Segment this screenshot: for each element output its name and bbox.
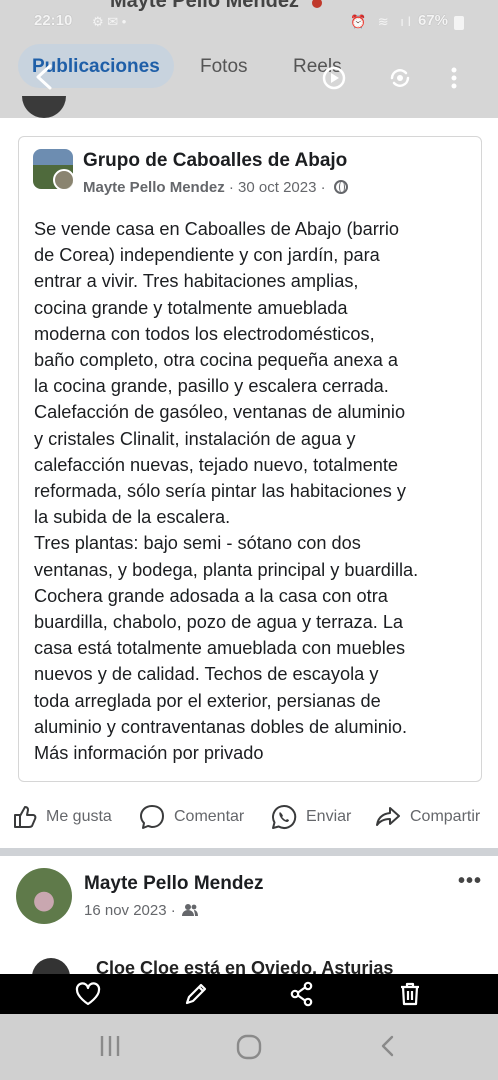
status-bar: 22:10 ⚙ ✉ • ⏰ ≋ ıl 67% xyxy=(0,8,498,34)
post-date[interactable]: 30 oct 2023 xyxy=(238,179,316,196)
feed-main: Grupo de Caboalles de Abajo Mayte Pello … xyxy=(0,118,498,848)
home-icon[interactable] xyxy=(234,1032,264,1062)
avatar[interactable] xyxy=(32,958,70,974)
share-nodes-icon[interactable] xyxy=(288,980,316,1008)
post-actions-bar: Me gusta Comentar Enviar Compartir xyxy=(0,800,498,834)
third-post-peek: Cloe Cloe está en Oviedo, Asturias xyxy=(0,942,498,974)
group-thumbnail[interactable] xyxy=(33,149,73,189)
post-options-icon[interactable]: ••• xyxy=(458,870,482,893)
group-name[interactable]: Grupo de Caboalles de Abajo xyxy=(83,150,347,172)
status-time: 22:10 xyxy=(34,12,73,29)
send-label: Enviar xyxy=(306,808,352,825)
like-button[interactable]: Me gusta xyxy=(12,800,112,834)
globe-icon xyxy=(333,180,348,194)
comment-button[interactable]: Comentar xyxy=(138,800,244,834)
recent-apps-icon[interactable] xyxy=(96,1032,124,1060)
post2-date[interactable]: 16 nov 2023 xyxy=(84,902,167,919)
share-button[interactable]: Compartir xyxy=(374,800,480,834)
top-header-overlay: Mayte Pello Mendez 22:10 ⚙ ✉ • ⏰ ≋ ıl 67… xyxy=(0,0,498,118)
tab-fotos[interactable]: Fotos xyxy=(200,56,248,78)
video-play-icon[interactable] xyxy=(320,64,348,92)
meta-separator: · xyxy=(170,902,176,919)
post3-header-text[interactable]: Cloe Cloe está en Oviedo, Asturias xyxy=(96,958,393,974)
status-notification-icons: ⚙ ✉ • xyxy=(92,14,127,29)
notification-dot xyxy=(312,0,322,8)
author-mini-avatar xyxy=(53,169,73,189)
post2-author[interactable]: Mayte Pello Mendez xyxy=(84,873,264,895)
meta-separator: · xyxy=(320,179,326,196)
next-post-header: Mayte Pello Mendez 16 nov 2023 · ••• xyxy=(0,856,498,942)
comment-label: Comentar xyxy=(174,808,245,825)
status-battery-text: 67% xyxy=(417,12,448,29)
share-arrow-icon xyxy=(376,807,400,826)
back-icon[interactable] xyxy=(374,1032,402,1060)
profile-tabs: Publicaciones Fotos Reels xyxy=(0,44,498,92)
shared-post-card[interactable]: Grupo de Caboalles de Abajo Mayte Pello … xyxy=(18,136,482,782)
post-author[interactable]: Mayte Pello Mendez xyxy=(83,179,225,196)
avatar xyxy=(22,96,66,118)
battery-icon xyxy=(454,16,464,30)
trash-icon[interactable] xyxy=(396,980,424,1008)
image-viewer-toolbar xyxy=(0,974,498,1014)
share-label: Compartir xyxy=(410,808,481,825)
send-button[interactable]: Enviar xyxy=(270,800,351,834)
heart-icon[interactable] xyxy=(74,980,102,1008)
whatsapp-icon xyxy=(272,804,297,829)
thumbs-up-icon xyxy=(14,806,37,828)
system-navigation-bar xyxy=(0,1014,498,1080)
more-vertical-icon[interactable] xyxy=(440,64,468,92)
sync-icon[interactable] xyxy=(386,64,414,92)
post-body-text: Se vende casa en Caboalles de Abajo (bar… xyxy=(34,219,419,764)
comment-bubble-icon xyxy=(140,805,164,829)
friends-icon xyxy=(181,904,198,916)
post2-meta: 16 nov 2023 · xyxy=(84,902,198,919)
meta-separator: · xyxy=(228,179,239,196)
like-label: Me gusta xyxy=(46,808,112,825)
post-meta: Mayte Pello Mendez · 30 oct 2023 · xyxy=(83,179,348,196)
edit-pencil-icon[interactable] xyxy=(182,980,210,1008)
avatar[interactable] xyxy=(16,868,72,924)
back-arrow-icon[interactable] xyxy=(32,62,56,92)
feed-divider xyxy=(0,848,498,856)
status-signal-icons: ⏰ ≋ ıl xyxy=(350,14,415,29)
